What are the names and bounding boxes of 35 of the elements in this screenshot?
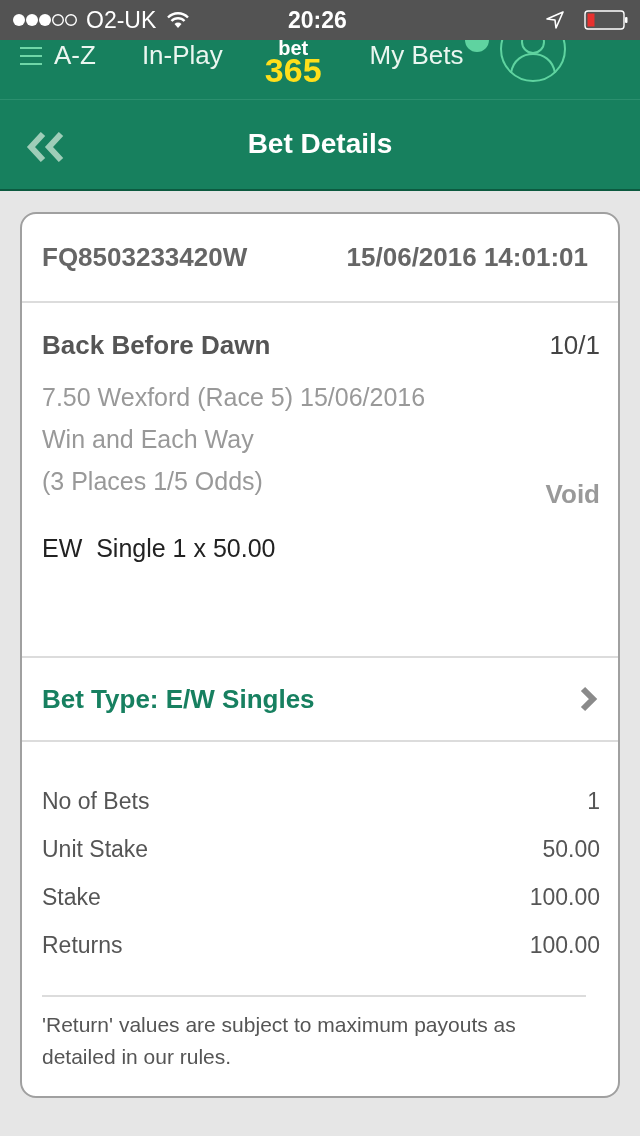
- my-bets-link[interactable]: My Bets: [369, 40, 464, 70]
- summary-value: 100.00: [529, 930, 600, 960]
- chevron-right-icon: [580, 686, 598, 712]
- selection-detail: 7.50 Wexford (Race 5) 15/06/2016: [42, 382, 426, 413]
- selection-detail: (3 Places 1/5 Odds): [42, 466, 264, 497]
- bet-result: Void: [545, 478, 600, 511]
- profile-icon[interactable]: [499, 40, 568, 83]
- carrier-name: O2-UK: [86, 6, 157, 34]
- menu-icon[interactable]: [20, 46, 42, 66]
- disclaimer-text: 'Return' values are subject to maximum payouts as detailed in our rules.: [42, 1012, 517, 1070]
- location-arrow-icon: [546, 11, 564, 29]
- summary-label: No of Bets: [42, 786, 150, 816]
- bet-reference: FQ8503233420W: [42, 241, 248, 274]
- signal-strength-icon: [12, 13, 78, 27]
- summary-value: 1: [587, 786, 600, 816]
- logo[interactable]: bet 365: [264, 40, 322, 84]
- summary-value: 50.00: [542, 834, 600, 864]
- wifi-icon: [166, 11, 191, 29]
- bet-placed-date: 15/06/2016 14:01:01: [346, 241, 588, 274]
- summary-label: Returns: [42, 930, 123, 960]
- summary-label: Stake: [42, 882, 101, 912]
- badge-icon: [465, 40, 490, 52]
- bet-type-row[interactable]: Bet Type: E/W Singles: [22, 658, 618, 742]
- selection-detail: Win and Each Way: [42, 424, 255, 455]
- summary-label: Unit Stake: [42, 834, 149, 864]
- summary-value: 100.00: [529, 882, 600, 912]
- clock-time: 20:26: [288, 6, 347, 34]
- selection-name: Back Before Dawn: [42, 328, 271, 362]
- stake-line: EW Single 1 x 50.00: [42, 533, 277, 564]
- page-title: Bet Details: [247, 126, 393, 161]
- odds: 10/1: [549, 328, 600, 362]
- back-icon[interactable]: [26, 132, 66, 162]
- nav-link[interactable]: In-Play: [141, 40, 223, 70]
- menu-link[interactable]: A-Z: [54, 40, 96, 70]
- battery-icon: [584, 10, 628, 30]
